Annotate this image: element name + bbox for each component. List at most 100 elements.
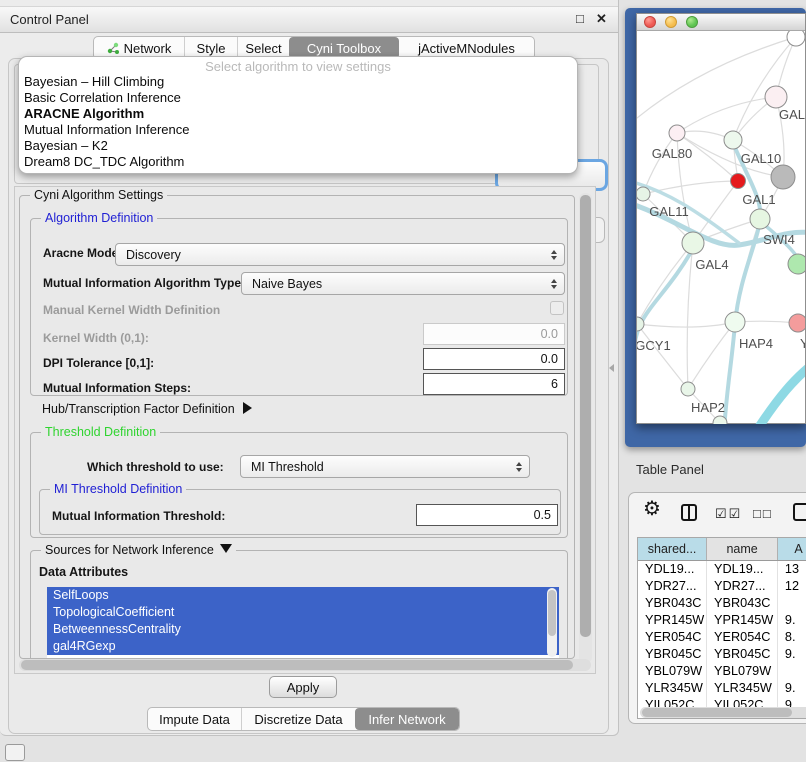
table-cell[interactable]: YER054C (707, 629, 778, 646)
tab-impute-data[interactable]: Impute Data (148, 708, 241, 730)
checked-boxes-icon[interactable]: ☑☑ (715, 506, 742, 522)
network-edge[interactable] (637, 243, 693, 324)
attribute-item-gal4rgexp[interactable]: gal4RGexp (47, 638, 559, 655)
manual-kernel-width-checkbox[interactable] (550, 301, 564, 315)
table-row[interactable]: YIL052CYIL052C9. (638, 697, 806, 707)
network-edge[interactable] (687, 243, 693, 389)
mi-steps-field[interactable]: 6 (423, 373, 565, 395)
attribute-list-scrollbar[interactable] (547, 588, 557, 657)
table-cell[interactable] (778, 663, 806, 680)
aracne-mode-combo[interactable]: Discovery (115, 243, 565, 266)
column-header-name[interactable]: name (707, 538, 778, 560)
table-row[interactable]: YBR045CYBR045C9. (638, 646, 806, 663)
attribute-item-topologicalcoefficient[interactable]: TopologicalCoefficient (47, 604, 559, 621)
network-node[interactable] (682, 232, 704, 254)
algorithm-option-basic-correlation-inference[interactable]: Basic Correlation Inference (19, 90, 577, 106)
table-row[interactable]: YLR345WYLR345W9. (638, 680, 806, 697)
column-header-shared-[interactable]: shared... (638, 538, 707, 560)
tab-infer-network[interactable]: Infer Network (355, 708, 459, 730)
table-cell[interactable]: YER054C (638, 629, 707, 646)
network-node[interactable] (787, 31, 805, 46)
attribute-item-betweennesscentrality[interactable]: BetweennessCentrality (47, 621, 559, 638)
zoom-traffic-light-icon[interactable] (686, 16, 698, 28)
minimize-traffic-light-icon[interactable] (665, 16, 677, 28)
table-cell[interactable] (778, 595, 806, 612)
table-cell[interactable]: YLR345W (707, 680, 778, 697)
close-window-icon[interactable]: ✕ (596, 11, 607, 27)
which-threshold-combo[interactable]: MI Threshold (240, 455, 530, 478)
table-cell[interactable]: YBR043C (707, 595, 778, 612)
mi-threshold-field[interactable]: 0.5 (416, 504, 558, 526)
settings-scrollbar[interactable] (579, 193, 592, 663)
network-edge[interactable] (637, 37, 796, 123)
kernel-width-field[interactable]: 0.0 (423, 323, 565, 345)
partial-function-icon[interactable] (793, 503, 806, 521)
table-cell[interactable]: YDL19... (707, 561, 778, 578)
table-row[interactable]: YPR145WYPR145W9. (638, 612, 806, 629)
table-cell[interactable]: 9. (778, 646, 806, 663)
network-node[interactable] (750, 209, 770, 229)
table-cell[interactable]: YPR145W (707, 612, 778, 629)
table-cell[interactable]: 9. (778, 612, 806, 629)
table-cell[interactable]: YDL19... (638, 561, 707, 578)
minimized-panel-button[interactable] (5, 744, 25, 761)
network-node[interactable] (789, 314, 805, 332)
table-cell[interactable]: YBL079W (707, 663, 778, 680)
table-row[interactable]: YDR27...YDR27...12 (638, 578, 806, 595)
settings-h-scrollbar[interactable] (19, 659, 591, 671)
apply-button[interactable]: Apply (269, 676, 337, 698)
algorithm-option-dream8-dc-tdc-algorithm[interactable]: Dream8 DC_TDC Algorithm (19, 154, 577, 170)
network-node[interactable] (669, 125, 685, 141)
attribute-item-selfloops[interactable]: SelfLoops (47, 587, 559, 604)
column-header-a[interactable]: A (778, 538, 806, 560)
table-cell[interactable]: 9. (778, 697, 806, 707)
network-node[interactable] (637, 187, 650, 201)
table-cell[interactable]: YDR27... (638, 578, 707, 595)
close-traffic-light-icon[interactable] (644, 16, 656, 28)
network-canvas[interactable]: GALGAL80GAL10GAL1GAL11SWI4GAL4GCY1HAP4YH… (637, 31, 805, 424)
column-view-icon[interactable] (681, 504, 697, 521)
network-edge[interactable] (637, 322, 735, 327)
network-edge[interactable] (643, 133, 677, 194)
dpi-tolerance-field[interactable]: 0.0 (423, 348, 565, 370)
hub-definition-expander[interactable]: Hub/Transcription Factor Definition (42, 402, 252, 416)
table-cell[interactable]: YBL079W (638, 663, 707, 680)
sources-group-title[interactable]: Sources for Network Inference (41, 543, 236, 557)
table-cell[interactable]: YBR045C (638, 646, 707, 663)
gear-icon[interactable]: ⚙ (643, 499, 661, 519)
table-cell[interactable]: YBR045C (707, 646, 778, 663)
table-cell[interactable]: YDR27... (707, 578, 778, 595)
table-cell[interactable]: YBR043C (638, 595, 707, 612)
float-window-icon[interactable]: □ (576, 11, 584, 26)
mi-algorithm-type-combo[interactable]: Naive Bayes (241, 272, 565, 295)
table-cell[interactable]: 13 (778, 561, 806, 578)
table-cell[interactable]: YLR345W (638, 680, 707, 697)
table-cell[interactable]: 12 (778, 578, 806, 595)
network-node[interactable] (724, 131, 742, 149)
network-node[interactable] (771, 165, 795, 189)
algorithm-option-mutual-information-inference[interactable]: Mutual Information Inference (19, 122, 577, 138)
table-cell[interactable]: YIL052C (707, 697, 778, 707)
network-node[interactable] (788, 254, 805, 274)
table-cell[interactable]: YPR145W (638, 612, 707, 629)
network-node[interactable] (765, 86, 787, 108)
table-cell[interactable]: 8. (778, 629, 806, 646)
network-edge[interactable] (637, 324, 688, 389)
unchecked-boxes-icon[interactable]: □□ (753, 506, 773, 521)
network-node[interactable] (731, 174, 746, 189)
table-cell[interactable]: YIL052C (638, 697, 707, 707)
table-row[interactable]: YBL079WYBL079W (638, 663, 806, 680)
network-edge-thick[interactable] (755, 361, 805, 424)
network-node[interactable] (681, 382, 695, 396)
algorithm-option-bayesian-hill-climbing[interactable]: Bayesian – Hill Climbing (19, 74, 577, 90)
table-row[interactable]: YER054CYER054C8. (638, 629, 806, 646)
splitter-handle[interactable] (609, 364, 614, 372)
algorithm-option-aracne-algorithm[interactable]: ARACNE Algorithm (19, 106, 577, 122)
table-row[interactable]: YBR043CYBR043C (638, 595, 806, 612)
network-edge[interactable] (733, 37, 796, 140)
table-cell[interactable]: 9. (778, 680, 806, 697)
algorithm-option-bayesian-k2[interactable]: Bayesian – K2 (19, 138, 577, 154)
network-node[interactable] (725, 312, 745, 332)
network-edge[interactable] (677, 97, 776, 133)
table-row[interactable]: YDL19...YDL19...13 (638, 561, 806, 578)
